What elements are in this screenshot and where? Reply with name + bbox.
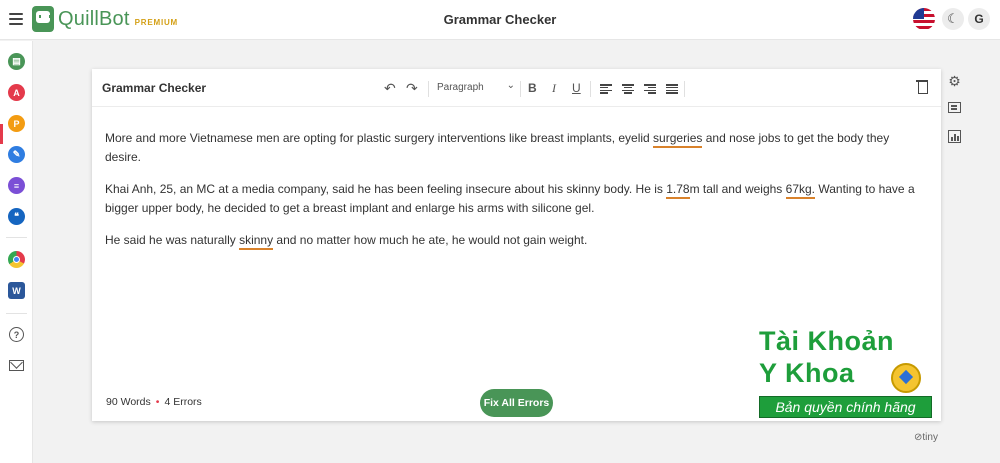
comments-icon[interactable] bbox=[948, 102, 961, 113]
separator-dot: • bbox=[155, 396, 160, 408]
top-bar: QuillBot PREMIUM Grammar Checker ☾ G bbox=[0, 0, 1000, 40]
text-span: m tall and weighs bbox=[689, 182, 786, 196]
help-icon[interactable]: ? bbox=[9, 327, 24, 342]
paragraph-3: He said he was naturally skinny and no m… bbox=[105, 231, 920, 250]
italic-button[interactable]: I bbox=[552, 79, 556, 97]
page-title: Grammar Checker bbox=[443, 12, 557, 27]
document-stats: 90 Words • 4 Errors bbox=[106, 396, 202, 408]
word-count: 90 Words bbox=[106, 396, 151, 408]
editor-content[interactable]: More and more Vietnamese men are opting … bbox=[105, 129, 920, 263]
watermark-line2: Y Khoa bbox=[759, 358, 855, 388]
word-icon[interactable]: W bbox=[8, 282, 25, 299]
watermark-line1: Tài Khoản bbox=[759, 326, 895, 356]
toolbar-divider bbox=[590, 81, 591, 97]
toolbar-divider bbox=[520, 81, 521, 97]
undo-icon[interactable]: ↶ bbox=[384, 79, 396, 97]
sidebar-divider bbox=[6, 313, 27, 314]
active-indicator bbox=[0, 124, 3, 144]
co-writer-icon[interactable]: ✎ bbox=[8, 146, 25, 163]
plagiarism-checker-icon[interactable]: P bbox=[8, 115, 25, 132]
gear-icon[interactable]: ⚙ bbox=[947, 73, 962, 89]
tiny-label: tiny bbox=[922, 432, 938, 443]
chevron-down-icon: ⌄ bbox=[506, 80, 515, 91]
grammar-error[interactable]: 1.78 bbox=[666, 182, 690, 199]
tiny-branding: ⊘tiny bbox=[914, 432, 938, 443]
error-count[interactable]: 4 Errors bbox=[164, 396, 201, 408]
chrome-icon[interactable] bbox=[8, 251, 25, 268]
text-span: and no matter how much he ate, he would … bbox=[273, 233, 588, 247]
paragraph-select[interactable]: Paragraph ⌄ bbox=[437, 80, 515, 93]
align-center-icon[interactable] bbox=[622, 84, 634, 94]
align-left-icon[interactable] bbox=[600, 84, 612, 94]
sidebar: ▤ A P ✎ ≡ ❝ W ? bbox=[0, 41, 33, 463]
editor-toolbar: Grammar Checker ↶ ↷ Paragraph ⌄ B I U bbox=[92, 69, 941, 107]
text-span: Khai Anh, 25, an MC at a media company, … bbox=[105, 182, 667, 196]
paraphraser-icon[interactable]: ▤ bbox=[8, 53, 25, 70]
text-span: He said he was naturally bbox=[105, 233, 240, 247]
toolbar-divider bbox=[684, 81, 685, 97]
watermark-badge-icon bbox=[891, 363, 921, 393]
grammar-error[interactable]: skinny bbox=[239, 233, 274, 250]
avatar[interactable]: G bbox=[968, 8, 990, 30]
paragraph-1: More and more Vietnamese men are opting … bbox=[105, 129, 920, 167]
toolbar-divider bbox=[428, 81, 429, 97]
paragraph-select-label: Paragraph bbox=[437, 82, 484, 93]
align-right-icon[interactable] bbox=[644, 84, 656, 94]
paragraph-2: Khai Anh, 25, an MC at a media company, … bbox=[105, 180, 920, 218]
bold-button[interactable]: B bbox=[528, 79, 537, 97]
mail-icon[interactable] bbox=[9, 360, 24, 371]
watermark-banner: Bản quyền chính hãng bbox=[759, 396, 932, 418]
text-span: More and more Vietnamese men are opting … bbox=[105, 131, 654, 145]
statistics-icon[interactable] bbox=[948, 130, 961, 143]
moon-icon[interactable]: ☾ bbox=[942, 8, 964, 30]
grammar-checker-icon[interactable]: A bbox=[8, 84, 25, 101]
sidebar-divider bbox=[6, 237, 27, 238]
editor-title: Grammar Checker bbox=[102, 81, 207, 95]
citation-icon[interactable]: ❝ bbox=[8, 208, 25, 225]
summarizer-icon[interactable]: ≡ bbox=[8, 177, 25, 194]
justify-icon[interactable] bbox=[666, 84, 678, 94]
watermark: Tài Khoản Y Khoa Bản quyền chính hãng bbox=[757, 326, 932, 418]
trash-icon[interactable] bbox=[916, 79, 928, 94]
underline-button[interactable]: U bbox=[572, 79, 581, 97]
fix-all-errors-button[interactable]: Fix All Errors bbox=[480, 389, 553, 417]
redo-icon[interactable]: ↷ bbox=[406, 79, 418, 97]
grammar-error[interactable]: surgeries bbox=[653, 131, 703, 148]
us-flag-icon[interactable] bbox=[913, 8, 935, 30]
grammar-error[interactable]: 67kg. bbox=[785, 182, 815, 199]
